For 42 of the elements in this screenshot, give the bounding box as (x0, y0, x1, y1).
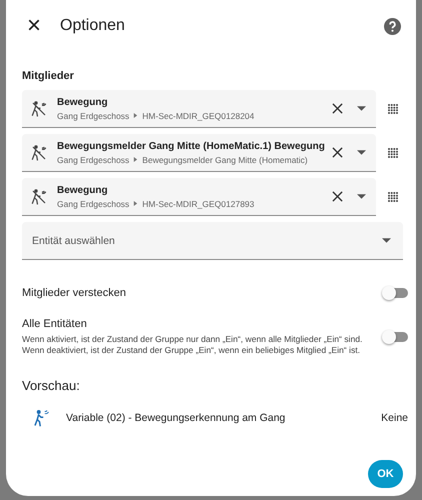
preview-entity-name: Variable (02) - Bewegungserkennung am Gang (66, 412, 286, 424)
help-icon[interactable] (384, 18, 401, 34)
dropdown-caret-icon[interactable] (357, 194, 366, 199)
preview-heading: Vorschau: (22, 378, 81, 393)
motion-sensor-icon (30, 188, 48, 206)
breadcrumb-arrow-icon (133, 113, 138, 118)
option-label: Alle Entitäten (22, 318, 88, 330)
area-name: Gang Erdgeschoss (57, 198, 130, 208)
motion-sensor-icon (30, 100, 48, 118)
entity-field[interactable]: Bewegungsmelder Gang Mitte (HomeMatic.1) Bewegung Gang Erdgeschoss Bewegungsmelder Gang Mitte (Homematic) (22, 134, 376, 172)
dropdown-caret-icon[interactable] (357, 150, 366, 155)
area-name: Gang Erdgeschoss (57, 110, 130, 120)
clear-icon[interactable] (332, 147, 343, 158)
option-description: Wenn aktiviert, ist der Zustand der Gruppe nur dann „Ein“, wenn alle Mitglieder „Ein“ sind. Wenn deaktiviert, ist der Zustand der Gruppe „Ein“, wenn ein beliebiges Mitglied „Ein“ ist. (22, 334, 364, 356)
entity-field[interactable]: Bewegung Gang Erdgeschoss HM-Sec-MDIR_GEQ0127893 (22, 178, 376, 216)
option-label: Mitglieder verstecken (22, 287, 127, 299)
entity-name: Bewegung (57, 96, 109, 108)
dropdown-caret-icon (382, 238, 391, 243)
preview-state: Keine (381, 412, 408, 424)
device-name: HM-Sec-MDIR_GEQ0127893 (142, 198, 254, 208)
area-name: Gang Erdgeschoss (57, 154, 130, 164)
drag-handle-icon[interactable] (388, 104, 398, 114)
drag-handle-icon[interactable] (388, 148, 398, 158)
dropdown-caret-icon[interactable] (357, 106, 366, 111)
entity-select-field[interactable]: Entität auswählen (22, 222, 403, 260)
toggle-switch[interactable] (382, 330, 408, 344)
toggle-switch[interactable] (382, 286, 408, 300)
dialog-title: Optionen (60, 17, 126, 35)
entity-name: Bewegung (57, 184, 109, 196)
clear-icon[interactable] (332, 103, 343, 114)
entity-name: Bewegungsmelder Gang Mitte (HomeMatic.1) Bewegung (57, 140, 326, 152)
breadcrumb-arrow-icon (133, 201, 138, 206)
section-heading: Mitglieder (22, 70, 75, 82)
clear-icon[interactable] (332, 191, 343, 202)
device-name: HM-Sec-MDIR_GEQ0128204 (142, 110, 254, 120)
close-button[interactable]: × (24, 14, 44, 38)
drag-handle-icon[interactable] (388, 192, 398, 202)
breadcrumb-arrow-icon (133, 157, 138, 162)
device-name: Bewegungsmelder Gang Mitte (Homematic) (142, 154, 308, 164)
walking-person-icon (32, 409, 50, 427)
entity-field[interactable]: Bewegung Gang Erdgeschoss HM-Sec-MDIR_GEQ0128204 (22, 90, 376, 128)
motion-sensor-icon (30, 144, 48, 162)
